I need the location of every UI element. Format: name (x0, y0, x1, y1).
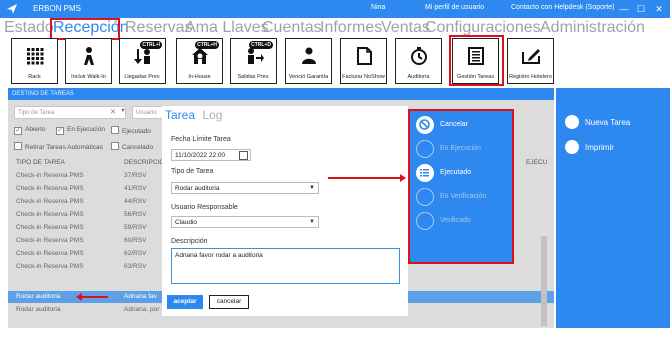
new-task-button[interactable]: Nueva Tarea (565, 115, 630, 129)
maximize-button[interactable]: ☐ (634, 2, 648, 16)
hotel-register-icon (521, 49, 540, 64)
menu-reservas[interactable]: Reservas (125, 19, 193, 37)
tool-arrivals-button[interactable]: CTRL+I Llegadas Prev. (119, 38, 166, 84)
tool-walk-in-button[interactable]: Incluir Walk-In (65, 38, 112, 84)
chevron-down-icon[interactable]: ▼ (120, 108, 126, 114)
chevron-down-icon: ▼ (309, 219, 315, 225)
list-check-icon (416, 188, 434, 206)
status-in-progress-button[interactable]: En Ejecución (416, 140, 512, 158)
task-type-label: Tipo de Tarea (171, 168, 214, 175)
status-actions-panel: Cancelar En Ejecución Ejecutado En Verif… (408, 109, 514, 264)
menu-cuentas[interactable]: Cuentas (262, 19, 322, 37)
checkbox-retirar-automaticas[interactable]: Retirar Tareas Automáticas (14, 142, 103, 151)
checkbox-empty-icon (14, 142, 22, 150)
checkbox-en-ejecucion[interactable]: ✓ En Ejecución (56, 126, 105, 135)
in-house-icon (191, 48, 208, 64)
user-label: Usuario Responsable (171, 204, 238, 211)
support-link[interactable]: Contacto con Helpdesk (Soporte) (511, 4, 615, 11)
status-verification-button[interactable]: En Verificación (416, 188, 512, 206)
tool-audit-button[interactable]: Auditoría (395, 38, 442, 84)
user-name[interactable]: Nina (371, 4, 385, 11)
checkbox-empty-icon (111, 142, 119, 150)
panel-header: DESTINO DE TAREAS (8, 88, 554, 100)
rack-grid-icon (26, 48, 43, 65)
dialog-tabs: Tarea Log (165, 108, 226, 122)
app-logo-icon (7, 4, 17, 14)
column-header-type[interactable]: TIPO DE TAREA (16, 159, 65, 166)
status-cancel-button[interactable]: Cancelar (416, 116, 512, 134)
menu-informes[interactable]: Informes (320, 19, 382, 37)
list-check-icon (416, 140, 434, 158)
deadline-field[interactable]: 11/10/2022 22:00 (171, 149, 251, 161)
menu-ventas[interactable]: Ventas (381, 19, 430, 37)
list-check-icon (416, 164, 434, 182)
column-header-execution[interactable]: EJECU (526, 159, 547, 166)
checkbox-checked-icon: ✓ (14, 127, 22, 135)
highlight-box-task-management (449, 35, 504, 86)
tool-departures-button[interactable]: CTRL+D Salidas Prev. (230, 38, 277, 84)
audit-icon (410, 47, 427, 65)
tool-label: Incluir Walk-In (71, 74, 106, 80)
app-title: ERBON PMS (33, 4, 82, 13)
tool-label: Rack (28, 74, 41, 80)
tool-label: Venció Garantía (288, 74, 329, 80)
invoice-noshow-icon (356, 47, 372, 65)
menu-ama-llaves[interactable]: Ama Llaves (185, 19, 269, 37)
tool-label: Facturar NoShow (342, 74, 385, 80)
close-button[interactable]: ✕ (652, 2, 666, 16)
annotation-arrow-right (328, 174, 406, 182)
checkbox-empty-icon (111, 126, 119, 134)
menu-estado[interactable]: Estado (4, 19, 54, 37)
walk-in-icon (83, 47, 94, 65)
accept-button[interactable]: aceptar (167, 295, 203, 309)
title-bar: ERBON PMS Nina Mi perfil de usuario Cont… (0, 0, 670, 18)
cancel-circle-icon (416, 116, 434, 134)
menu-administracion[interactable]: Administración (540, 19, 645, 37)
tab-tarea[interactable]: Tarea (165, 108, 195, 122)
tool-label: Llegadas Prev. (124, 74, 161, 80)
status-verified-button[interactable]: Verificado (416, 212, 512, 230)
user-select[interactable]: Claudio ▼ (171, 216, 319, 228)
deadline-label: Fecha Límite Tarea (171, 136, 231, 143)
profile-link[interactable]: Mi perfil de usuario (425, 4, 484, 11)
toolbar: Rack Incluir Walk-In CTRL+I Llegadas Pre… (0, 38, 670, 86)
highlight-box-recepcion (50, 18, 120, 40)
task-type-select[interactable]: Rodar auditoria ▼ (171, 182, 319, 194)
tab-log[interactable]: Log (202, 108, 222, 122)
guarantee-expired-icon (301, 47, 316, 64)
minimize-button[interactable]: — (617, 2, 631, 16)
clear-filter-icon[interactable]: ✕ (110, 108, 116, 116)
checkbox-ejecutado[interactable]: Ejecutado (111, 126, 151, 135)
checkbox-checked-icon: ✓ (56, 127, 64, 135)
task-dialog: Tarea Log Fecha Límite Tarea 11/10/2022 … (162, 106, 408, 316)
departures-icon (247, 48, 264, 64)
annotation-arrow-left (76, 293, 108, 301)
checkbox-cancelado[interactable]: Cancelado (111, 142, 153, 151)
chevron-down-icon: ▼ (309, 185, 315, 191)
print-button[interactable]: Imprimir (565, 140, 614, 154)
checkbox-abierto[interactable]: ✓ Abierto (14, 126, 46, 135)
tool-label: In-House (188, 74, 211, 80)
tool-noshow-button[interactable]: Facturar NoShow (340, 38, 387, 84)
calendar-icon[interactable] (239, 151, 248, 160)
print-icon (565, 140, 579, 154)
tool-label: Registro Hotelero (509, 74, 552, 80)
grid-scrollbar[interactable] (541, 236, 547, 326)
cancel-button[interactable]: cancelar (209, 295, 249, 309)
new-task-icon (565, 115, 579, 129)
tool-label: Salidas Prev. (237, 74, 270, 80)
tool-label: Auditoría (407, 74, 430, 80)
tool-in-house-button[interactable]: CTRL+H In-House (176, 38, 223, 84)
status-executed-button[interactable]: Ejecutado (416, 164, 512, 182)
arrivals-icon (133, 49, 150, 64)
tool-guarantee-button[interactable]: Venció Garantía (285, 38, 332, 84)
tool-hotel-register-button[interactable]: Registro Hotelero (507, 38, 554, 84)
description-label: Descripción (171, 238, 208, 245)
description-textarea[interactable]: Adriana favor rodar a auditoria (171, 248, 400, 284)
list-check-icon (416, 212, 434, 230)
tool-rack-button[interactable]: Rack (11, 38, 58, 84)
